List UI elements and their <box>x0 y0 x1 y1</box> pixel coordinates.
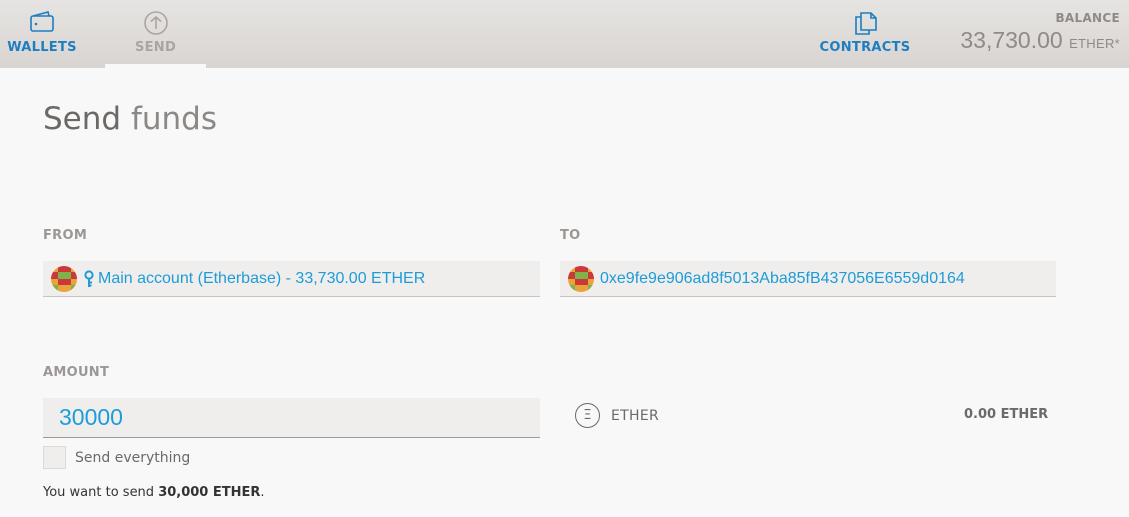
send-everything-label: Send everything <box>75 449 191 466</box>
fee-value: 0.00 ETHER <box>964 407 1049 422</box>
to-label: TO <box>560 228 581 243</box>
balance-value: 33,730.00 <box>960 27 1063 53</box>
contract-document-icon <box>816 10 914 36</box>
summary-prefix: You want to send <box>43 485 159 500</box>
amount-label: AMOUNT <box>43 365 110 380</box>
nav-contracts-label: CONTRACTS <box>819 40 911 55</box>
page-title: Send funds <box>43 101 217 137</box>
balance-display: BALANCE 33,730.00 ETHER* <box>960 11 1120 54</box>
to-address-value: 0xe9fe9e906ad8f5013Aba85fB437056E6559d01… <box>600 269 965 287</box>
summary-amount: 30,000 ETHER <box>158 485 261 500</box>
send-summary: You want to send 30,000 ETHER. <box>43 485 265 500</box>
ether-icon: Ξ <box>575 403 600 428</box>
balance-amount: 33,730.00 ETHER* <box>960 27 1120 54</box>
nav-send-label: SEND <box>134 40 177 55</box>
summary-suffix: . <box>260 485 265 500</box>
send-everything-row[interactable]: Send everything <box>43 446 190 469</box>
from-label: FROM <box>43 228 88 243</box>
top-navigation-bar: WALLETS SEND CONTRACTS BALANCE 33,730.00… <box>0 0 1129 68</box>
from-account-value: Main account (Etherbase) - 33,730.00 ETH… <box>98 269 426 287</box>
page-title-strong: Send <box>43 101 122 137</box>
send-everything-checkbox[interactable] <box>43 446 66 469</box>
identicon-icon <box>568 265 594 292</box>
currency-selector[interactable]: Ξ ETHER <box>575 403 659 428</box>
arrow-up-circle-icon <box>105 10 206 36</box>
amount-field[interactable] <box>43 398 540 438</box>
page-title-light: funds <box>130 101 217 137</box>
nav-send[interactable]: SEND <box>105 0 206 68</box>
identicon-icon <box>51 265 77 292</box>
balance-label: BALANCE <box>1055 11 1120 25</box>
currency-label: ETHER <box>611 407 659 424</box>
amount-input[interactable] <box>43 398 540 437</box>
nav-wallets-label: WALLETS <box>7 40 77 55</box>
to-address-input[interactable]: 0xe9fe9e906ad8f5013Aba85fB437056E6559d01… <box>560 261 1056 297</box>
nav-wallets[interactable]: WALLETS <box>0 0 84 68</box>
key-icon <box>84 269 94 288</box>
nav-contracts[interactable]: CONTRACTS <box>816 0 914 68</box>
wallet-icon <box>0 10 84 36</box>
from-account-select[interactable]: Main account (Etherbase) - 33,730.00 ETH… <box>43 261 540 297</box>
balance-unit: ETHER* <box>1069 36 1120 51</box>
